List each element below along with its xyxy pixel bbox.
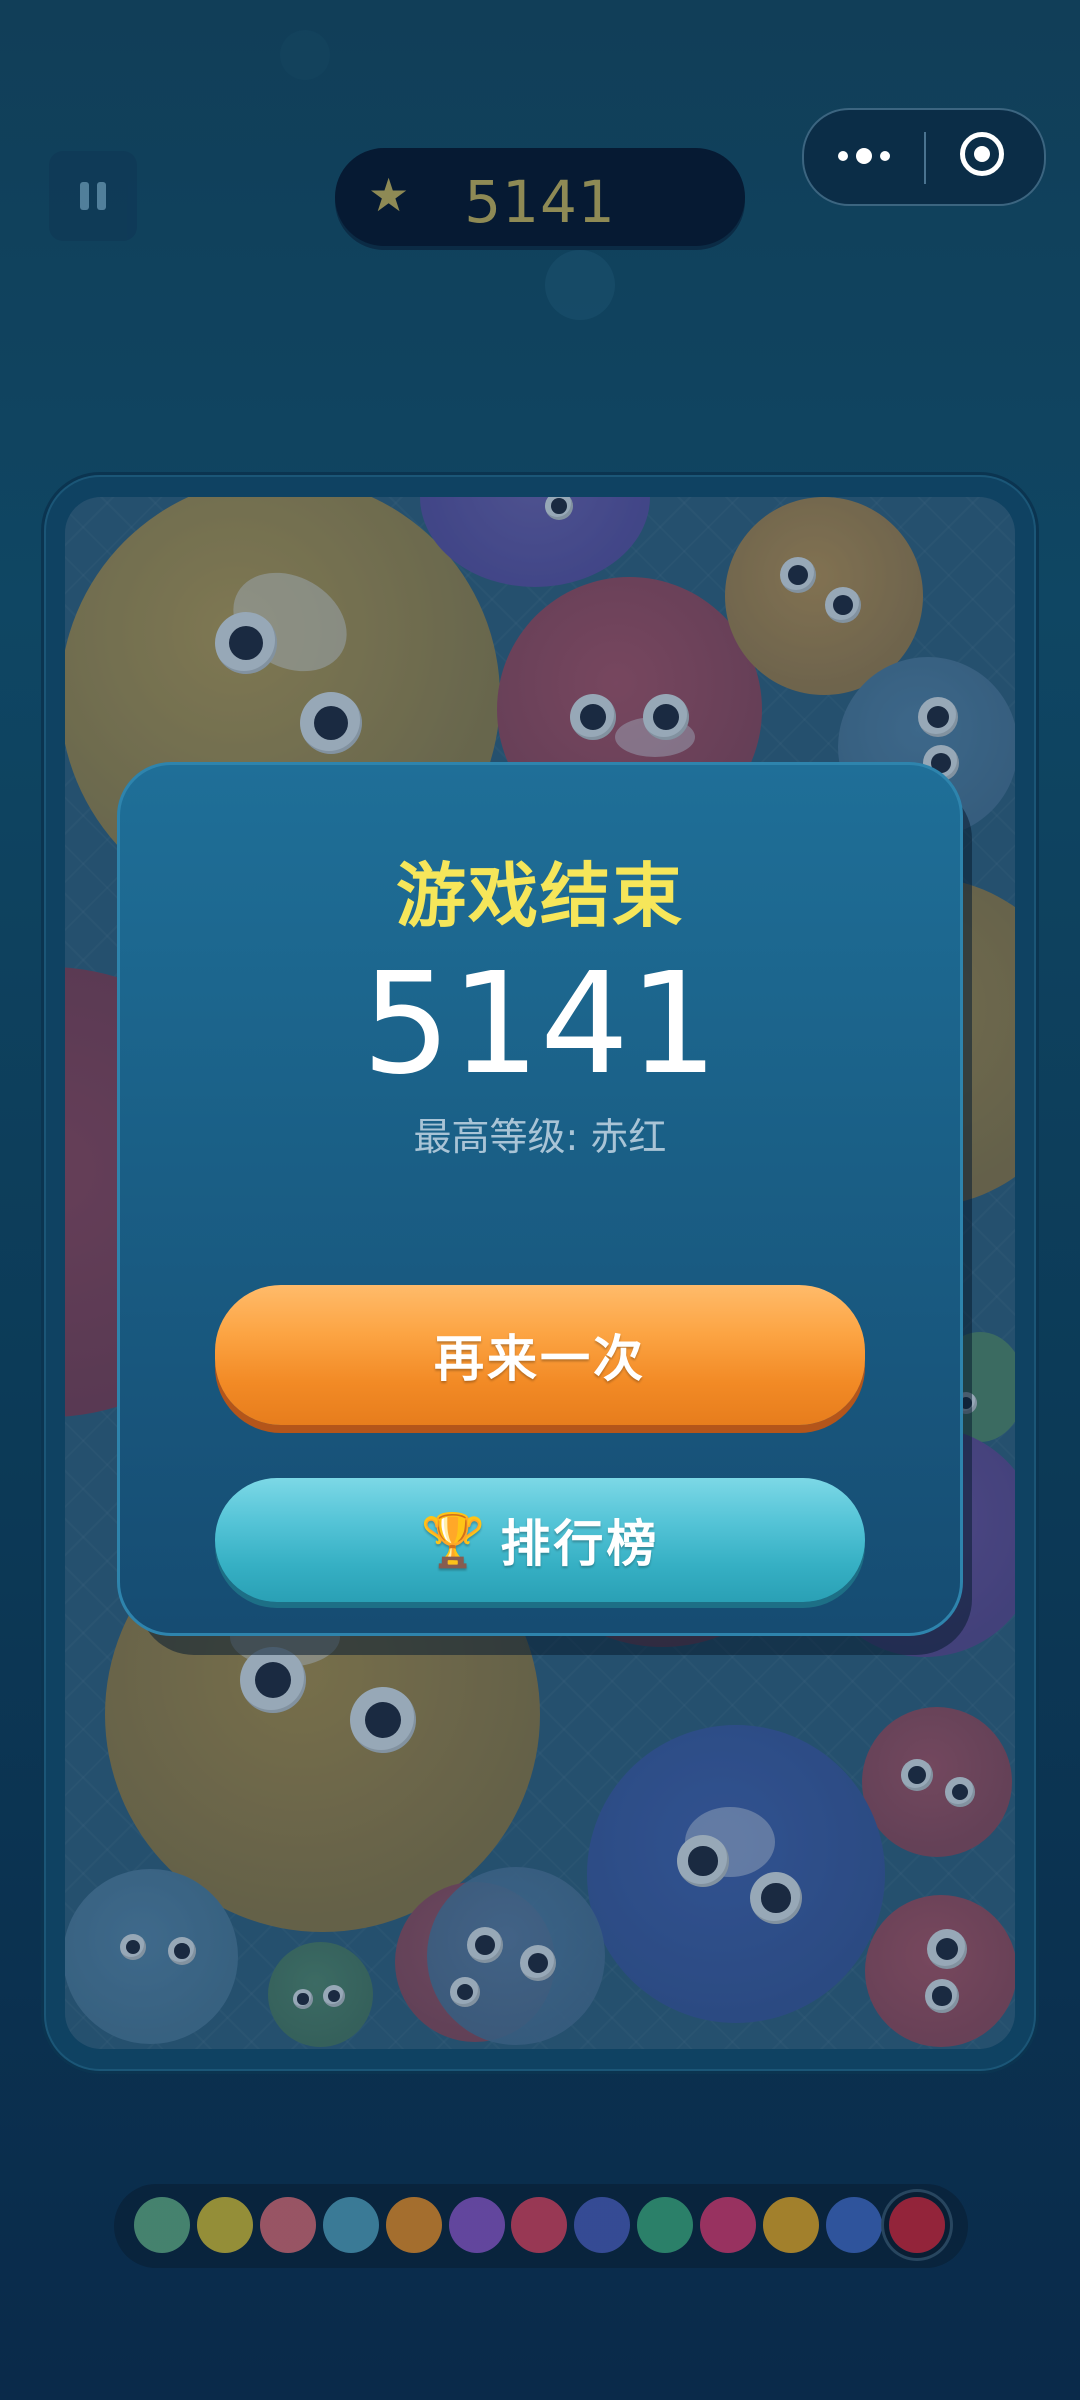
faint-ball [280,30,330,80]
palette-swatch [322,2197,379,2253]
score-value: 5141 [464,168,616,236]
retry-label: 再来一次 [434,1330,646,1388]
palette-swatch [511,2197,568,2253]
final-score: 5141 [361,943,719,1106]
pause-icon [80,182,89,210]
dialog-title: 游戏结束 [396,855,684,937]
palette-swatch [637,2197,694,2253]
palette-swatch [763,2197,819,2253]
palette-swatch [574,2197,631,2253]
palette-swatch [259,2197,316,2253]
leaderboard-label: 排行榜 [500,1515,660,1573]
palette-swatch [888,2197,945,2253]
capsule-divider [924,132,926,184]
mini-program-capsule [802,108,1046,206]
palette-swatch [196,2197,253,2253]
palette-swatch [385,2197,442,2253]
trophy-icon: 🏆 [420,1510,489,1571]
close-miniprogram-icon[interactable] [960,132,1004,176]
palette-swatch [448,2197,505,2253]
palette-swatch [134,2197,190,2253]
pause-button[interactable] [49,151,137,241]
retry-button[interactable]: 再来一次 [215,1285,865,1425]
more-icon[interactable] [838,148,890,164]
palette-swatch [700,2197,757,2253]
score-display: ★ 5141 [335,148,745,246]
palette-swatch [825,2197,882,2253]
faint-ball [545,250,615,320]
leaderboard-button[interactable]: 🏆 排行榜 [215,1478,865,1602]
highest-level-text: 最高等级: 赤红 [413,1115,667,1159]
